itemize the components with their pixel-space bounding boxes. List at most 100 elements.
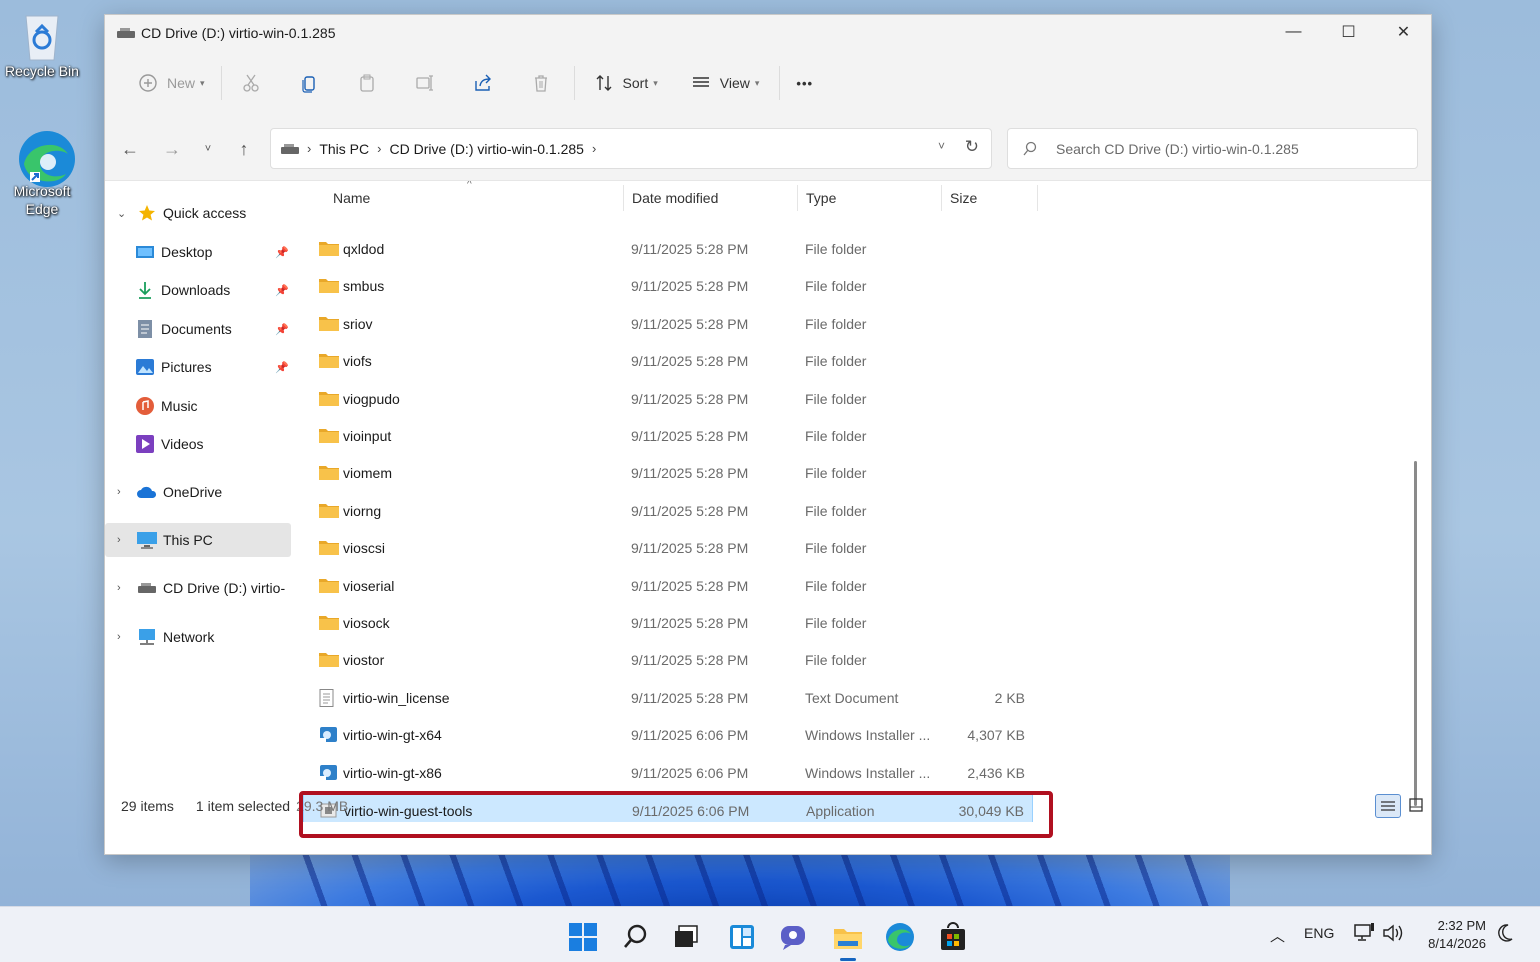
breadcrumb-cd-drive[interactable]: CD Drive (D:) virtio-win-0.1.285 (389, 141, 583, 157)
column-header-date[interactable]: Date modified (632, 190, 718, 206)
file-row[interactable]: virtio-win-gt-x86 9/11/2025 6:06 PM Window… (303, 756, 1033, 790)
sidebar-item-pictures[interactable]: Pictures 📌 (105, 350, 293, 384)
file-name: vioserial (343, 577, 395, 594)
file-row[interactable]: viomem 9/11/2025 5:28 PM File folder (303, 456, 1033, 490)
task-view-button[interactable] (667, 917, 707, 957)
search-button[interactable] (616, 917, 656, 957)
copy-button[interactable] (288, 63, 330, 103)
column-header-name[interactable]: Name (333, 190, 370, 206)
file-date: 9/11/2025 5:28 PM (631, 577, 749, 594)
focus-assist-moon-icon[interactable] (1496, 923, 1514, 946)
file-type: File folder (805, 315, 867, 332)
vertical-scrollbar[interactable] (1414, 461, 1417, 806)
column-divider[interactable] (941, 185, 942, 211)
file-explorer-taskbar-button[interactable] (828, 917, 868, 961)
column-divider[interactable] (623, 185, 624, 211)
sidebar-item-label: OneDrive (163, 484, 223, 500)
back-button[interactable]: ← (115, 135, 145, 163)
drive-icon (137, 579, 157, 597)
search-input[interactable]: Search CD Drive (D:) virtio-win-0.1.285 (1007, 128, 1418, 169)
clock[interactable]: 2:32 PM 8/14/2026 (1428, 917, 1486, 953)
clock-date: 8/14/2026 (1428, 936, 1486, 951)
sidebar-item-network[interactable]: › Network (105, 620, 293, 654)
file-row[interactable]: vioserial 9/11/2025 5:28 PM File folder (303, 569, 1033, 603)
start-button[interactable] (563, 917, 603, 957)
details-view-button[interactable] (1375, 794, 1401, 818)
minimize-button[interactable]: — (1266, 15, 1321, 49)
column-header-type[interactable]: Type (806, 190, 836, 206)
pin-icon[interactable]: 📌 (275, 323, 289, 336)
file-row[interactable]: viostor 9/11/2025 5:28 PM File folder (303, 643, 1033, 677)
file-type: Windows Installer ... (805, 764, 931, 781)
desktop-icon-edge[interactable]: Microsoft Edge (0, 130, 84, 218)
divider (779, 66, 781, 100)
sidebar-item-videos[interactable]: Videos (105, 427, 293, 461)
breadcrumb-this-pc[interactable]: This PC (319, 141, 369, 157)
file-row[interactable]: smbus 9/11/2025 5:28 PM File folder (303, 269, 1033, 303)
sidebar-item-this-pc[interactable]: › This PC (105, 523, 291, 557)
rename-button[interactable] (404, 63, 446, 103)
close-button[interactable]: ✕ (1376, 15, 1431, 49)
item-count: 29 items (121, 798, 174, 814)
network-status-icon[interactable] (1354, 923, 1376, 946)
recent-locations-button[interactable]: ˅ (193, 135, 223, 163)
share-icon (470, 70, 496, 96)
file-list: Name ^ Date modified Type Size qxl9/11/2… (297, 181, 1425, 822)
view-button[interactable]: View ▾ (680, 63, 768, 103)
sidebar-item-music[interactable]: Music (105, 389, 293, 423)
folder-icon (319, 240, 339, 258)
file-date: 9/11/2025 5:28 PM (631, 615, 749, 631)
delete-button[interactable] (520, 63, 562, 103)
file-row[interactable]: vioscsi 9/11/2025 5:28 PM File folder (303, 531, 1033, 565)
forward-button[interactable]: → (157, 135, 187, 163)
sidebar-item-quick-access[interactable]: ⌄ Quick access (105, 196, 293, 230)
sidebar-item-cd-drive[interactable]: › CD Drive (D:) virtio-​ (105, 571, 293, 605)
new-button[interactable]: New ▾ (127, 63, 213, 103)
sidebar-item-documents[interactable]: Documents 📌 (105, 312, 293, 346)
file-row[interactable]: viofs 9/11/2025 5:28 PM File folder (303, 344, 1033, 378)
share-button[interactable] (462, 63, 504, 103)
file-row[interactable]: virtio-win-gt-x64 9/11/2025 6:06 PM Window… (303, 718, 1033, 752)
folder-icon (319, 539, 339, 557)
sidebar-item-label: Pictures (161, 359, 212, 375)
desktop-icon-recycle-bin[interactable]: Recycle Bin (0, 10, 84, 80)
store-button[interactable] (933, 917, 973, 957)
pin-icon[interactable]: 📌 (275, 284, 289, 297)
file-row[interactable]: viorng 9/11/2025 5:28 PM File folder (303, 494, 1033, 528)
show-hidden-icons-button[interactable]: ︿ (1270, 925, 1285, 946)
title-bar[interactable]: CD Drive (D:) virtio-win-0.1.285 — ☐ ✕ (105, 15, 1431, 51)
widgets-button[interactable] (722, 917, 762, 957)
sort-button[interactable]: Sort ▾ (583, 63, 666, 103)
paste-button[interactable] (346, 63, 388, 103)
file-row[interactable]: qxldod 9/11/2025 5:28 PM File folder (303, 232, 1033, 266)
cut-button[interactable] (230, 63, 272, 103)
column-divider[interactable] (797, 185, 798, 211)
file-row[interactable]: viogpudo 9/11/2025 5:28 PM File folder (303, 382, 1033, 416)
pin-icon[interactable]: 📌 (275, 246, 289, 259)
language-indicator[interactable]: ENG (1304, 925, 1334, 941)
sidebar-item-onedrive[interactable]: › OneDrive (105, 475, 293, 509)
file-date: 9/11/2025 5:28 PM (631, 502, 749, 519)
address-dropdown-icon[interactable]: ˅ (938, 139, 945, 153)
file-row[interactable]: sriov 9/11/2025 5:28 PM File folder (303, 307, 1033, 341)
more-options-button[interactable]: ••• (788, 63, 821, 103)
new-label: New (167, 75, 196, 91)
chat-button[interactable] (774, 917, 814, 957)
sidebar-item-downloads[interactable]: Downloads 📌 (105, 273, 293, 307)
sidebar-item-desktop[interactable]: Desktop 📌 (105, 235, 293, 269)
tiles-view-button[interactable] (1407, 796, 1425, 814)
file-row[interactable]: virtio-win_license 9/11/2025 5:28 PM Text … (303, 681, 1033, 715)
edge-taskbar-button[interactable] (880, 917, 920, 957)
address-bar[interactable]: › This PC › CD Drive (D:) virtio-win-0.1… (270, 128, 992, 169)
column-header-size[interactable]: Size (950, 190, 977, 206)
sidebar-item-label: Documents (161, 321, 232, 337)
maximize-button[interactable]: ☐ (1321, 15, 1376, 49)
divider (220, 66, 222, 100)
volume-icon[interactable] (1382, 923, 1406, 946)
refresh-icon[interactable]: ↻ (965, 137, 979, 157)
file-row[interactable]: viosock 9/11/2025 5:28 PM File folder (303, 606, 1033, 640)
pin-icon[interactable]: 📌 (275, 361, 289, 374)
up-button[interactable]: ↑ (229, 135, 259, 163)
file-row[interactable]: vioinput 9/11/2025 5:28 PM File folder (303, 419, 1033, 453)
column-divider[interactable] (1037, 185, 1038, 211)
